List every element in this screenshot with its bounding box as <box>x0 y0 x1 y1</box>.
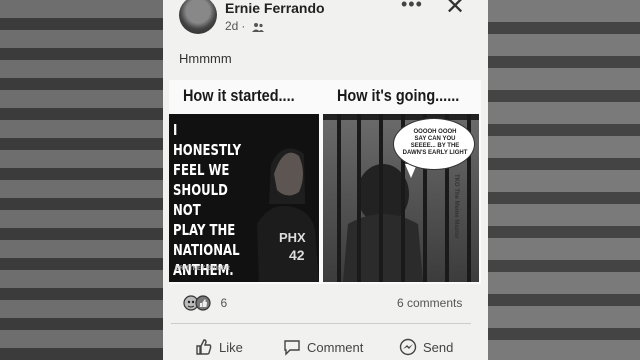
avatar[interactable] <box>179 0 217 34</box>
divider <box>171 323 471 324</box>
svg-text:42: 42 <box>289 247 305 263</box>
background-right <box>488 0 640 360</box>
meme-left-header: How it started.... <box>183 86 295 105</box>
svg-text:PHX: PHX <box>279 230 306 245</box>
meme-quote: I HONESTLY FEEL WE SHOULD NOT PLAY THE N… <box>173 121 242 279</box>
meme-right-panel: TKO The Meme Master OOOOH OOOH SAY CAN Y… <box>323 114 479 282</box>
post-text: Hmmmm <box>179 51 232 66</box>
post-meta: 2d · <box>225 19 264 33</box>
meme-attribution: BRITTNEY GRINER <box>175 266 230 272</box>
player-photo: PHX 42 <box>257 148 319 282</box>
meme-image[interactable]: How it started.... How it's going...... … <box>169 80 481 284</box>
author-name[interactable]: Ernie Ferrando <box>225 0 325 16</box>
send-label: Send <box>423 339 454 355</box>
speech-bubble: OOOOH OOOH SAY CAN YOU SEEEE... BY THE D… <box>393 118 475 170</box>
reaction-icons <box>183 295 211 311</box>
comments-count[interactable]: 6 comments <box>397 296 462 310</box>
comment-icon <box>284 340 300 356</box>
like-button[interactable]: Like <box>195 338 243 356</box>
messenger-icon <box>399 338 417 356</box>
more-options-icon[interactable]: ••• <box>401 0 423 15</box>
comment-label: Comment <box>307 339 364 355</box>
close-icon[interactable]: ✕ <box>445 0 465 21</box>
background-left <box>0 0 163 360</box>
meme-watermark: TKO The Meme Master <box>453 174 459 239</box>
send-button[interactable]: Send <box>399 338 453 356</box>
friends-icon <box>251 22 264 32</box>
meta-dot: · <box>241 19 246 33</box>
comment-button[interactable]: Comment <box>283 338 363 356</box>
post-card: Ernie Ferrando 2d · ••• ✕ Hmmmm How it st… <box>163 0 488 360</box>
reaction-count: 6 <box>220 295 228 310</box>
post-time[interactable]: 2d <box>225 19 238 33</box>
meme-right-header: How it's going...... <box>337 86 460 105</box>
speech-bubble-text: OOOOH OOOH SAY CAN YOU SEEEE... BY THE D… <box>402 129 468 156</box>
reactions[interactable]: 6 <box>183 294 227 312</box>
like-label: Like <box>219 339 243 355</box>
like-icon <box>196 339 212 355</box>
meme-left-panel: PHX 42 I HONESTLY FEEL WE SHOULD NOT PLA… <box>169 114 319 282</box>
